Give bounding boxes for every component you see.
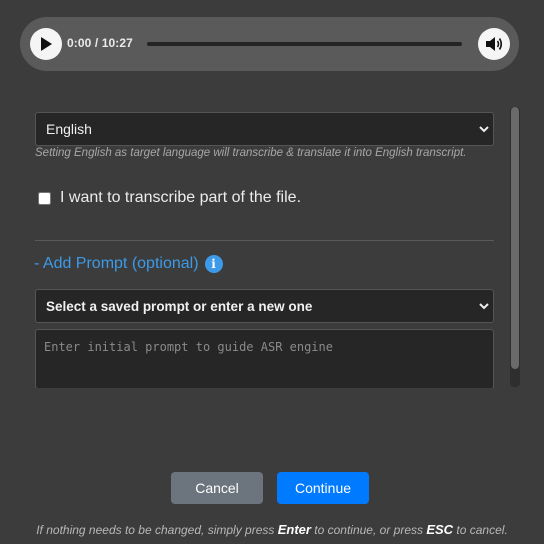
play-icon: [41, 37, 52, 51]
audio-player: 0:00 / 10:27: [20, 17, 519, 71]
continue-button[interactable]: Continue: [277, 472, 369, 504]
scrollbar-thumb[interactable]: [511, 107, 519, 369]
hint-text: If nothing needs to be changed, simply p…: [36, 523, 278, 537]
volume-icon: [486, 37, 503, 51]
keyboard-hint: If nothing needs to be changed, simply p…: [0, 522, 544, 537]
add-prompt-label: - Add Prompt (optional): [34, 255, 199, 272]
scrollbar[interactable]: [510, 107, 520, 387]
language-select[interactable]: English: [35, 112, 494, 146]
language-hint: Setting English as target language will …: [35, 147, 467, 159]
info-icon[interactable]: i: [204, 255, 223, 273]
esc-key: ESC: [426, 522, 454, 537]
saved-prompt-select[interactable]: Select a saved prompt or enter a new one: [35, 289, 494, 323]
options-panel: English Setting English as target langua…: [0, 100, 544, 388]
progress-track[interactable]: [147, 42, 462, 46]
play-button[interactable]: [30, 28, 62, 60]
volume-button[interactable]: [478, 28, 510, 60]
partial-transcribe-label: I want to transcribe part of the file.: [60, 189, 302, 206]
partial-transcribe-option[interactable]: I want to transcribe part of the file.: [38, 189, 301, 207]
divider: [35, 240, 494, 241]
add-prompt-toggle[interactable]: - Add Prompt (optional) i: [34, 255, 223, 273]
playback-time: 0:00 / 10:27: [67, 36, 133, 50]
hint-text: to cancel.: [453, 523, 508, 537]
partial-transcribe-checkbox[interactable]: [38, 191, 51, 205]
cancel-button[interactable]: Cancel: [171, 472, 263, 504]
hint-text: to continue, or press: [310, 523, 427, 537]
initial-prompt-textarea[interactable]: [35, 329, 494, 388]
enter-key: Enter: [277, 522, 311, 537]
